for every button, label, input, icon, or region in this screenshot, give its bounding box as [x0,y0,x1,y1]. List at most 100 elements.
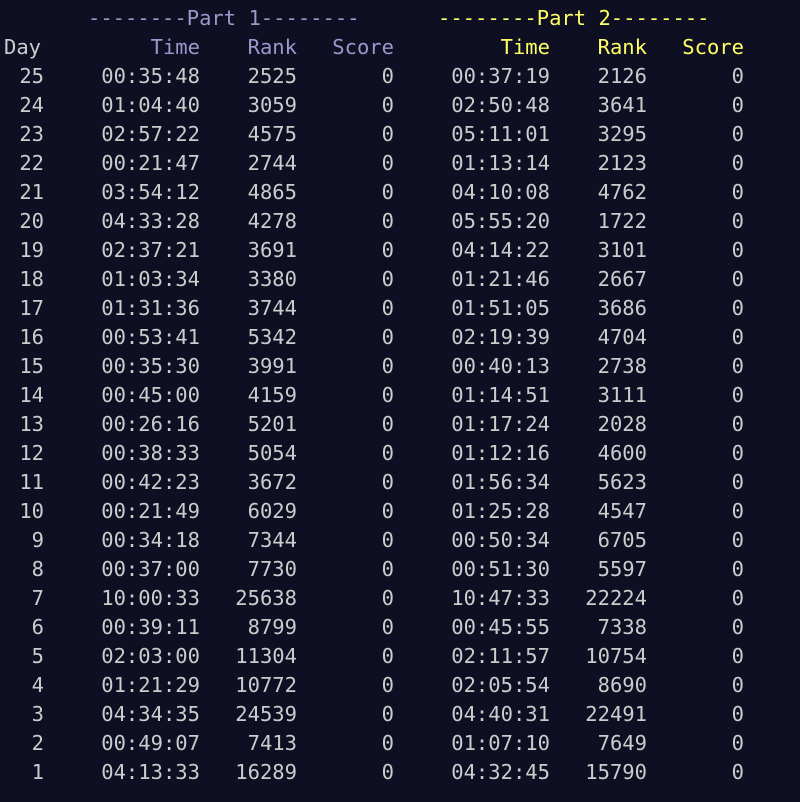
part1-time-cell: 00:39:11 [101,615,200,639]
day-cell: 12 [19,441,44,465]
part2-time-cell: 02:19:39 [451,325,550,349]
part2-score-cell: 0 [731,296,744,320]
stats-row: 9 00:34:18 7344 0 00:50:34 6705 0 [0,526,800,555]
part2-rank-cell: 3295 [597,122,647,146]
part2-time-cell: 01:14:51 [451,383,550,407]
part2-rank-cell: 4704 [597,325,647,349]
part1-time-cell: 01:03:34 [101,267,200,291]
part1-score-cell: 0 [381,180,394,204]
part2-score-cell: 0 [731,644,744,668]
part1-score-cell: 0 [381,470,394,494]
part2-rank-cell: 4762 [597,180,647,204]
part1-score-cell: 0 [381,760,394,784]
part2-time-cell: 01:56:34 [451,470,550,494]
part2-time-cell: 04:32:45 [451,760,550,784]
day-cell: 2 [31,731,44,755]
part2-time-cell: 04:14:22 [451,238,550,262]
day-cell: 15 [19,354,44,378]
day-cell: 1 [31,760,44,784]
day-cell: 22 [19,151,44,175]
part1-score-cell: 0 [381,383,394,407]
stats-row: 19 02:37:21 3691 0 04:14:22 3101 0 [0,236,800,265]
part1-time-cell: 00:21:49 [101,499,200,523]
part1-score-cell: 0 [381,644,394,668]
part2-score-cell: 0 [731,209,744,233]
stats-row: 7 10:00:33 25638 0 10:47:33 22224 0 [0,584,800,613]
part2-time-cell: 00:50:34 [451,528,550,552]
part2-rank-cell: 3101 [597,238,647,262]
stats-row: 25 00:35:48 2525 0 00:37:19 2126 0 [0,62,800,91]
part1-time-cell: 00:26:16 [101,412,200,436]
part2-rank-cell: 15790 [585,760,647,784]
part1-score-header: Score [332,35,394,59]
part2-time-cell: 01:13:14 [451,151,550,175]
part2-rank-cell: 6705 [597,528,647,552]
part2-score-cell: 0 [731,151,744,175]
part2-score-cell: 0 [731,702,744,726]
part1-score-cell: 0 [381,586,394,610]
part1-time-cell: 02:37:21 [101,238,200,262]
part1-time-cell: 00:45:00 [101,383,200,407]
day-cell: 5 [31,644,44,668]
part2-rank-cell: 7649 [597,731,647,755]
part2-rank-cell: 4547 [597,499,647,523]
part1-time-cell: 10:00:33 [101,586,200,610]
part2-score-cell: 0 [731,528,744,552]
part2-score-cell: 0 [731,760,744,784]
part1-time-cell: 04:33:28 [101,209,200,233]
stats-row: 6 00:39:11 8799 0 00:45:55 7338 0 [0,613,800,642]
part1-time-cell: 00:21:47 [101,151,200,175]
part1-rank-cell: 7413 [247,731,297,755]
day-cell: 3 [31,702,44,726]
day-cell: 21 [19,180,44,204]
part2-score-cell: 0 [731,180,744,204]
stats-row: 1 04:13:33 16289 0 04:32:45 15790 0 [0,758,800,787]
part2-rank-cell: 5597 [597,557,647,581]
day-cell: 13 [19,412,44,436]
part2-time-cell: 05:55:20 [451,209,550,233]
part1-score-cell: 0 [381,122,394,146]
part2-rank-cell: 2123 [597,151,647,175]
stats-row: 15 00:35:30 3991 0 00:40:13 2738 0 [0,352,800,381]
part2-score-cell: 0 [731,325,744,349]
part2-rank-cell: 3686 [597,296,647,320]
part1-score-cell: 0 [381,557,394,581]
part1-time-cell: 04:13:33 [101,760,200,784]
column-headers-row: Day Time Rank Score Time Rank Score [0,33,800,62]
part2-rank-cell: 3641 [597,93,647,117]
day-cell: 8 [31,557,44,581]
stats-row: 23 02:57:22 4575 0 05:11:01 3295 0 [0,120,800,149]
part1-time-cell: 03:54:12 [101,180,200,204]
stats-row: 17 01:31:36 3744 0 01:51:05 3686 0 [0,294,800,323]
part2-score-cell: 0 [731,470,744,494]
part2-time-cell: 01:12:16 [451,441,550,465]
part2-time-cell: 04:40:31 [451,702,550,726]
part2-time-header: Time [500,35,550,59]
day-cell: 14 [19,383,44,407]
part2-time-cell: 01:21:46 [451,267,550,291]
part2-time-cell: 01:07:10 [451,731,550,755]
stats-row: 20 04:33:28 4278 0 05:55:20 1722 0 [0,207,800,236]
day-column-header: Day [4,35,42,59]
part2-time-cell: 04:10:08 [451,180,550,204]
part2-rank-cell: 2028 [597,412,647,436]
day-cell: 20 [19,209,44,233]
day-cell: 4 [31,673,44,697]
part2-score-header: Score [682,35,744,59]
part1-rank-cell: 4159 [247,383,297,407]
part1-time-cell: 00:35:48 [101,64,200,88]
day-cell: 19 [19,238,44,262]
part1-rank-cell: 3744 [247,296,297,320]
stats-row: 4 01:21:29 10772 0 02:05:54 8690 0 [0,671,800,700]
day-cell: 6 [31,615,44,639]
part1-rank-cell: 24539 [235,702,297,726]
part1-time-cell: 01:04:40 [101,93,200,117]
part1-rank-cell: 5342 [247,325,297,349]
part1-rank-cell: 3380 [247,267,297,291]
part-headers-row: --------Part 1-------- --------Part 2---… [0,4,800,33]
part1-time-cell: 00:42:23 [101,470,200,494]
part2-time-cell: 00:37:19 [451,64,550,88]
part2-time-cell: 01:51:05 [451,296,550,320]
day-cell: 9 [31,528,44,552]
part2-rank-cell: 4600 [597,441,647,465]
